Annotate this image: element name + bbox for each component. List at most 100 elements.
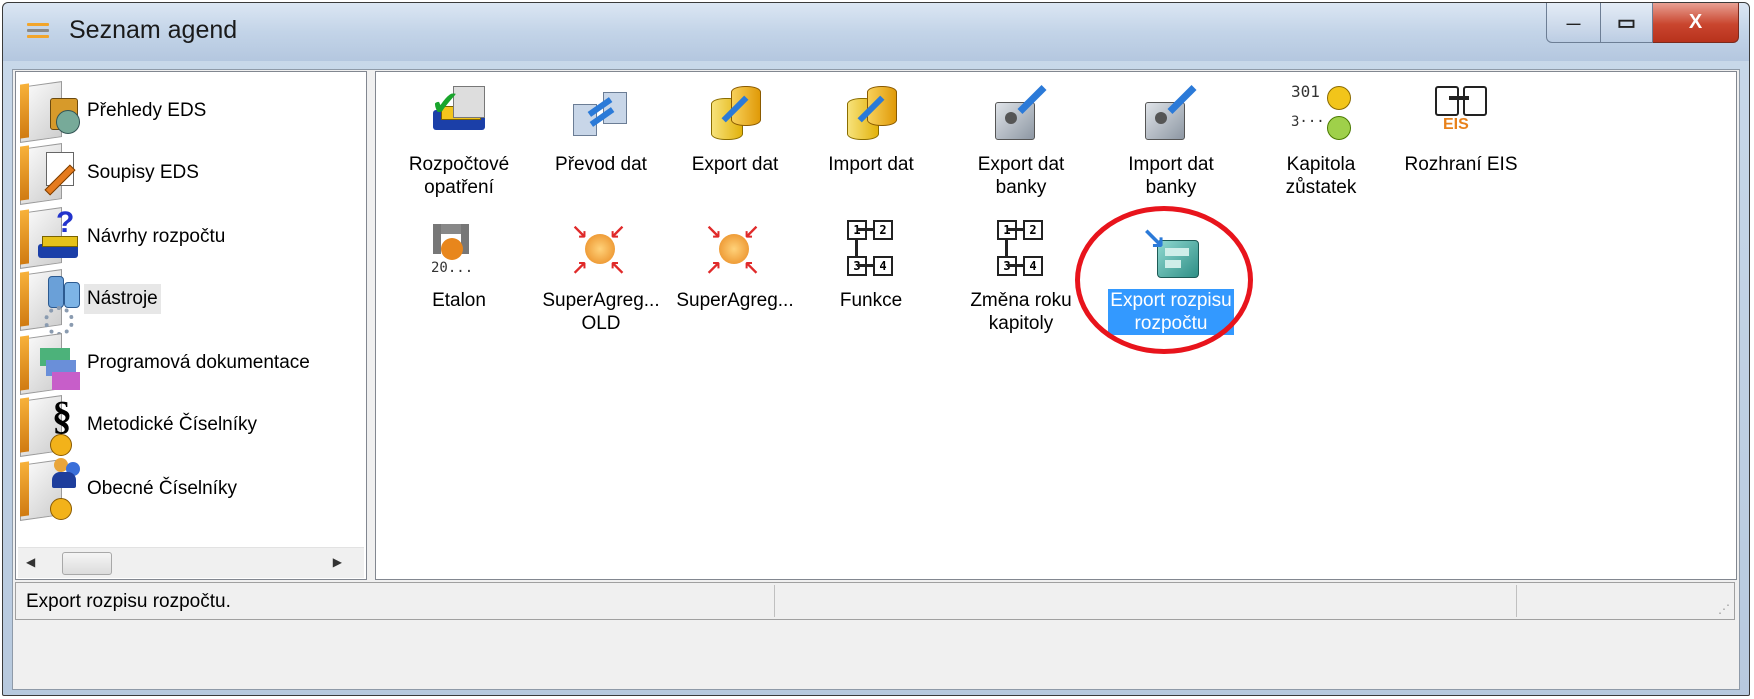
agenda-tile-label-line: Funkce (839, 290, 903, 311)
budget-check-icon: ✔ (427, 82, 491, 146)
agenda-tile-label: Rozpočtové opatření (407, 153, 511, 199)
agenda-tile-label-line: kapitoly (988, 313, 1054, 334)
agenda-tile-label-line: Export dat (977, 154, 1065, 175)
sidebar-item-4[interactable]: Nástroje (18, 268, 161, 336)
overview-books-icon (18, 80, 84, 143)
budget-question-icon: ? (18, 206, 84, 269)
agenda-tile-label-line: Import dat (1128, 154, 1214, 175)
agenda-tile-label: Rozhraní EIS (1403, 153, 1520, 176)
agenda-tile-label-line: rozpočtu (1134, 313, 1208, 334)
export-data-icon (703, 82, 767, 146)
sidebar-item-1[interactable]: Přehledy EDS (18, 80, 209, 143)
status-bar: Export rozpisu rozpočtu. ⋰ (15, 582, 1735, 620)
people-icon (18, 458, 84, 521)
agenda-icon-view: ✔ Rozpočtové opatření Převod dat Export dat I… (375, 71, 1737, 580)
bank-export-icon (989, 82, 1053, 146)
caliper-icon: 20... (427, 218, 491, 282)
status-separator (1516, 585, 1517, 617)
aggregate-arrows-icon: ↘ ↙ ↗ ↖ (571, 220, 626, 280)
agenda-tile-label-line: opatření (424, 177, 494, 198)
agenda-tile-label: Kapitola zůstatek (1284, 153, 1359, 199)
agenda-tile-label-line: Rozpočtové (408, 154, 510, 175)
year-change-tree-icon: 1234 (989, 218, 1053, 282)
sidebar-item-label: Programová dokumentace (87, 352, 310, 373)
paragraph-icon: § (18, 393, 84, 457)
sidebar-item-label: Obecné Číselníky (87, 478, 237, 499)
agenda-tile-label: Export dat banky (976, 153, 1067, 199)
scroll-right-icon[interactable]: ▶ (333, 555, 342, 569)
agenda-tile-label-line: Import dat (828, 154, 914, 175)
sidebar-item-label: Metodické Číselníky (87, 414, 258, 435)
horizontal-scrollbar[interactable]: ◀ ▶ (18, 547, 364, 578)
tools-gear-icon (18, 268, 84, 336)
agenda-tile-label: SuperAgreg... (674, 289, 795, 312)
aggregate-arrows-icon: ↘ ↙ ↗ ↖ (705, 220, 760, 280)
sidebar-item-label: Návrhy rozpočtu (87, 226, 226, 247)
agenda-tile-label-line: Export dat (691, 154, 779, 175)
agenda-tile-label-line: Export rozpisu (1110, 290, 1232, 311)
agenda-tile[interactable]: 20... Etalon (384, 218, 534, 312)
sidebar-item-label: Přehledy EDS (87, 100, 207, 121)
agenda-tile-label: Import dat (826, 153, 916, 176)
scrollbar-thumb[interactable] (62, 552, 112, 575)
agenda-tile-label-line: Etalon (432, 290, 486, 311)
sidebar-item-3[interactable]: ? Návrhy rozpočtu (18, 206, 228, 269)
title-bar[interactable]: Seznam agend — ▭ X (3, 3, 1749, 61)
status-text: Export rozpisu rozpočtu. (26, 591, 231, 612)
coins-icon: 301 3··· (1289, 82, 1353, 146)
window-title: Seznam agend (69, 16, 238, 44)
agenda-tile-label: SuperAgreg... OLD (540, 289, 661, 335)
agenda-tile-label-line: Změna roku (970, 290, 1072, 311)
agenda-tile-label-line: SuperAgreg... (542, 290, 660, 311)
close-button[interactable]: X (1653, 3, 1739, 43)
agenda-tile-label: Změna roku kapitoly (968, 289, 1073, 335)
sidebar-item-6[interactable]: § Metodické Číselníky (18, 393, 260, 457)
close-icon: X (1688, 11, 1703, 33)
agenda-tile-label-line: Kapitola (1286, 154, 1356, 175)
sidebar-item-7[interactable]: Obecné Číselníky (18, 458, 240, 521)
maximize-button[interactable]: ▭ (1601, 3, 1653, 43)
minimize-button[interactable]: — (1546, 3, 1601, 43)
eis-interface-icon: EIS (1429, 82, 1493, 146)
agenda-tile[interactable]: ↘ Export rozpisu rozpočtu (1096, 218, 1246, 335)
agenda-tile-label-line: banky (995, 177, 1047, 198)
agenda-tile[interactable]: Import dat banky (1096, 82, 1246, 199)
agenda-tile[interactable]: 1234 Funkce (796, 218, 946, 312)
agenda-tile-label: Převod dat (553, 153, 649, 176)
list-pen-icon (18, 142, 84, 205)
agenda-tile-label: Funkce (838, 289, 904, 312)
agenda-tile-label-line: Převod dat (555, 154, 647, 175)
agenda-tile[interactable]: 1234 Změna rokukapitoly (946, 218, 1096, 335)
agenda-tile[interactable]: ↘ ↙ ↗ ↖ SuperAgreg... OLD (526, 218, 676, 335)
scroll-left-icon[interactable]: ◀ (26, 555, 35, 569)
export-budget-stairs-icon: ↘ (1139, 218, 1203, 282)
agenda-tile[interactable]: Převod dat (526, 82, 676, 176)
agenda-tile[interactable]: Export dat (660, 82, 810, 176)
client-area: Přehledy EDS Soupisy EDS ? Návrhy rozpočt… (12, 69, 1740, 690)
function-tree-icon: 1234 (839, 218, 903, 282)
sidebar-item-label: Soupisy EDS (87, 162, 199, 183)
agenda-tile-label: Export dat (690, 153, 781, 176)
agenda-tile-label: Export rozpisu rozpočtu (1108, 289, 1234, 335)
agenda-tile-label-line: Rozhraní EIS (1404, 154, 1518, 175)
sidebar-item-5[interactable]: Programová dokumentace (18, 332, 313, 395)
resize-grip-icon[interactable]: ⋰ (1718, 602, 1730, 616)
agenda-tile-label-line: zůstatek (1285, 177, 1357, 198)
agenda-tile[interactable]: ↘ ↙ ↗ ↖ SuperAgreg... (660, 218, 810, 312)
maximize-icon: ▭ (1617, 12, 1636, 34)
agenda-tile-label: Import dat banky (1126, 153, 1216, 199)
agenda-tile-label-line: OLD (581, 313, 621, 334)
agenda-tile[interactable]: EIS Rozhraní EIS (1386, 82, 1536, 176)
bank-import-icon (1139, 82, 1203, 146)
agenda-tile[interactable]: ✔ Rozpočtové opatření (384, 82, 534, 199)
data-transfer-icon (569, 82, 633, 146)
agenda-tile-label: Etalon (430, 289, 488, 312)
agenda-tile[interactable]: 301 3··· Kapitola zůstatek (1246, 82, 1396, 199)
agenda-tile[interactable]: Export dat banky (946, 82, 1096, 199)
agenda-group-list: Přehledy EDS Soupisy EDS ? Návrhy rozpočt… (15, 71, 367, 580)
agenda-tile[interactable]: Import dat (796, 82, 946, 176)
main-window: Seznam agend — ▭ X Přehledy EDS Soupisy … (2, 2, 1750, 696)
app-icon (27, 23, 49, 39)
sidebar-item-2[interactable]: Soupisy EDS (18, 142, 202, 205)
agenda-tile-label-line: SuperAgreg... (676, 290, 794, 311)
